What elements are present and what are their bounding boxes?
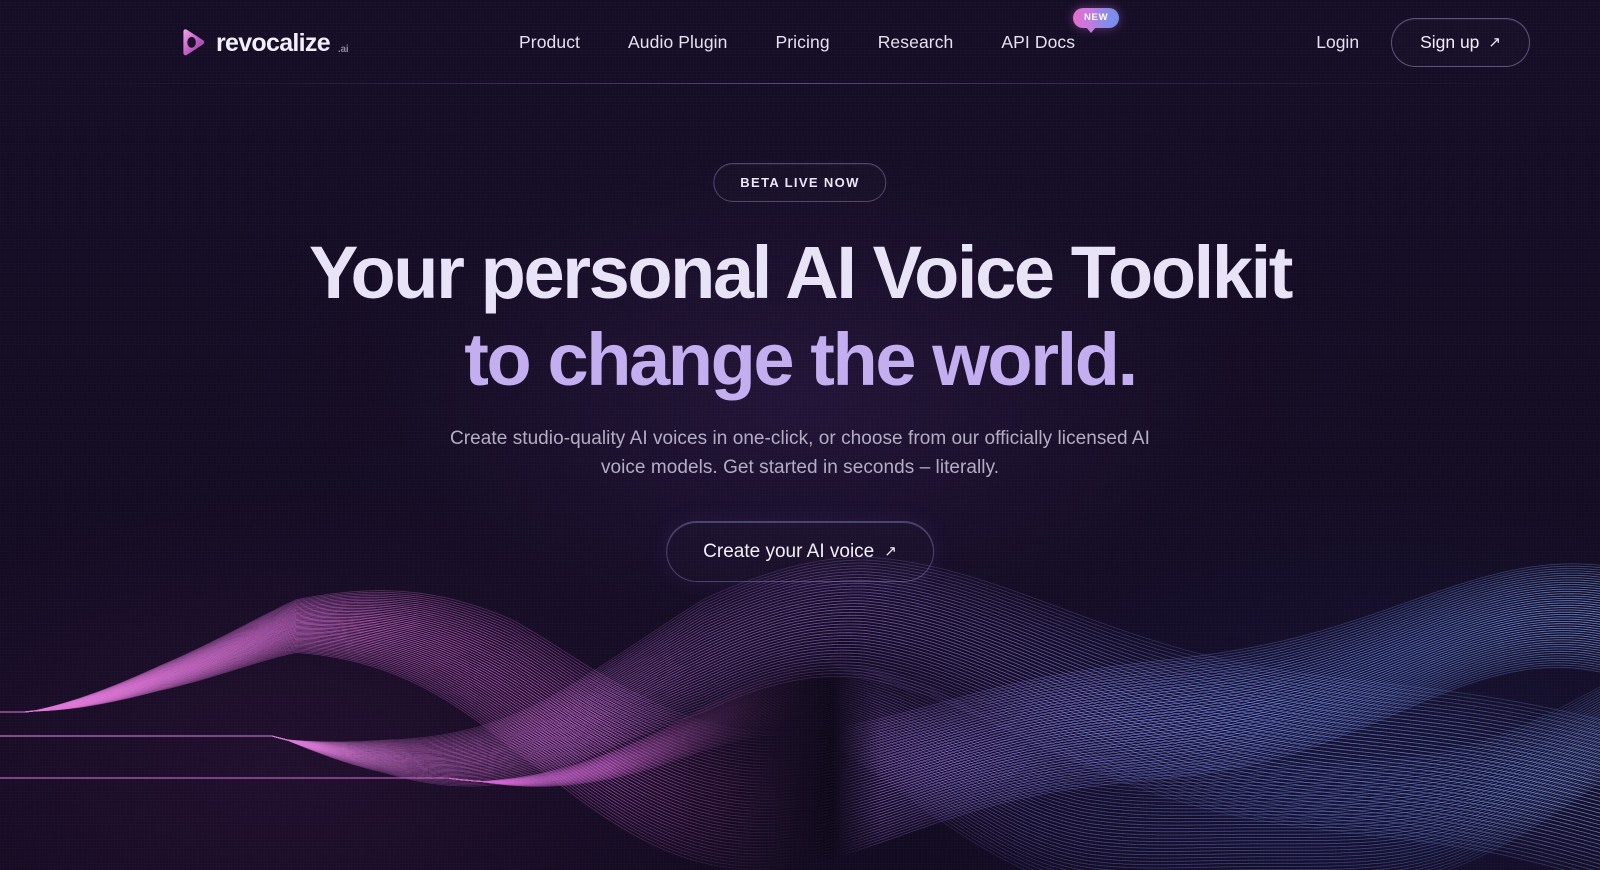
brand-suffix: .ai xyxy=(337,44,349,55)
arrow-up-right-icon: ↗ xyxy=(1488,33,1501,51)
main-navigation: Product Audio Plugin Pricing Research AP… xyxy=(519,0,1120,84)
nav-item-product[interactable]: Product xyxy=(519,0,604,84)
nav-item-research[interactable]: Research xyxy=(854,0,978,84)
beta-status-badge: BETA LIVE NOW xyxy=(713,163,887,202)
create-ai-voice-button[interactable]: Create your AI voice ↗ xyxy=(666,521,934,582)
hero-subheading: Create studio-quality AI voices in one-c… xyxy=(450,428,1150,478)
arrow-up-right-icon: ↗ xyxy=(884,543,897,560)
signup-label: Sign up xyxy=(1420,31,1480,52)
landing-page: revocalize .ai Product Audio Plugin Pric… xyxy=(0,0,1600,870)
page-title: Your personal AI Voice Toolkit to change… xyxy=(0,229,1600,403)
site-header: revocalize .ai Product Audio Plugin Pric… xyxy=(0,0,1600,84)
brand-wordmark: revocalize xyxy=(216,29,331,57)
auth-actions: Login Sign up ↗ xyxy=(1316,0,1530,84)
audio-waveform-ribbons xyxy=(0,540,1600,870)
signup-button[interactable]: Sign up ↗ xyxy=(1391,17,1530,67)
play-triangle-icon xyxy=(178,28,207,57)
login-link[interactable]: Login xyxy=(1316,32,1359,53)
headline-line-2: to change the world. xyxy=(464,318,1138,401)
new-badge: NEW xyxy=(1073,8,1120,33)
nav-item-audio-plugin[interactable]: Audio Plugin xyxy=(604,0,751,84)
nav-item-api-docs[interactable]: API Docs NEW xyxy=(977,0,1120,84)
headline-line-1: Your personal AI Voice Toolkit xyxy=(309,231,1293,314)
header-divider xyxy=(0,83,1600,84)
nav-item-pricing[interactable]: Pricing xyxy=(751,0,853,84)
nav-item-label: API Docs xyxy=(1001,32,1076,52)
cta-label: Create your AI voice xyxy=(703,540,875,562)
brand-logo[interactable]: revocalize .ai xyxy=(178,28,349,57)
